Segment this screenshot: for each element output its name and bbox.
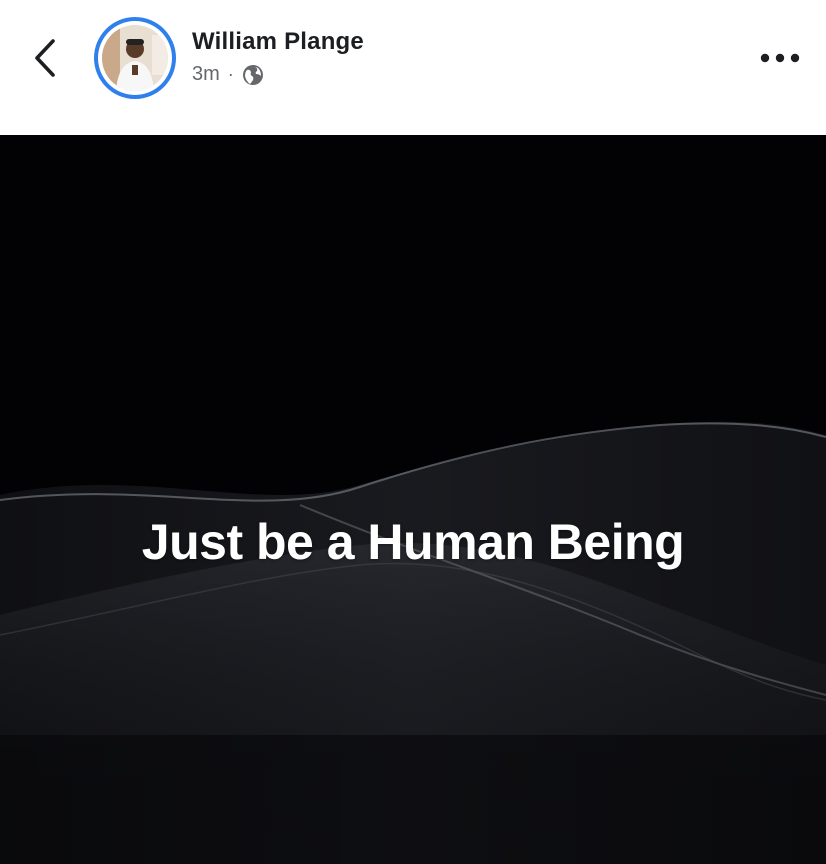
avatar-photo (102, 25, 168, 91)
meta-separator: · (227, 64, 234, 84)
post-header: William Plange 3m · (0, 0, 826, 135)
back-button[interactable] (24, 34, 68, 82)
more-horizontal-icon (760, 53, 800, 63)
post-timestamp[interactable]: 3m (192, 63, 220, 86)
post-meta: 3m · (192, 63, 264, 86)
more-options-button[interactable] (752, 38, 808, 78)
wave-background-graphic (0, 135, 826, 864)
globe-icon (242, 64, 263, 85)
chevron-left-icon (35, 39, 55, 77)
author-name[interactable]: William Plange (192, 28, 364, 56)
post-text: Just be a Human Being (141, 514, 685, 570)
avatar[interactable] (94, 17, 176, 99)
post-background[interactable]: Just be a Human Being (0, 135, 826, 864)
